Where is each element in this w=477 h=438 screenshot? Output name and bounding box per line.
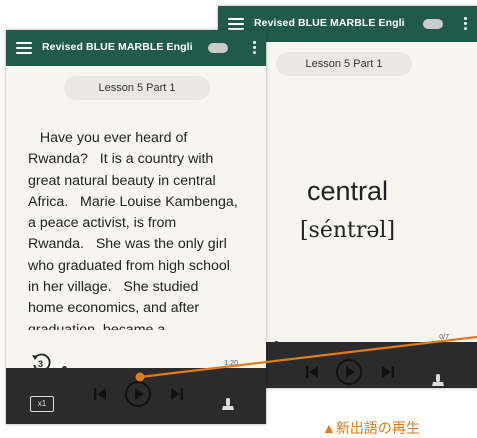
callout-line bbox=[135, 335, 477, 382]
